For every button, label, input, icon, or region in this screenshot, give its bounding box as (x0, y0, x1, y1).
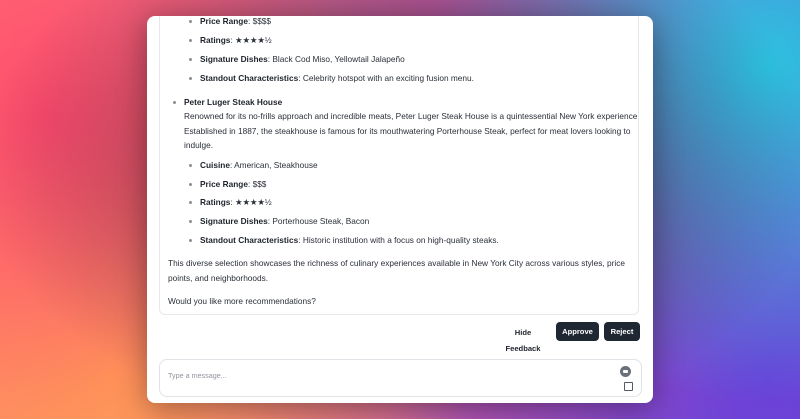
summary-line: This diverse selection showcases the ric… (168, 258, 625, 268)
restaurant-description-line: indulge. (184, 140, 214, 150)
second-signature-dishes: Signature Dishes: Porterhouse Steak, Bac… (200, 216, 370, 226)
feedback-actions: Hide Feedback Approve Reject (147, 322, 653, 353)
attachment-icon[interactable] (620, 366, 631, 377)
restaurant-name: Peter Luger Steak House (184, 97, 283, 107)
assistant-message-card: Price Range: $$$$ Ratings: ★★★★½ Signatu… (159, 16, 639, 315)
bullet-icon (189, 183, 192, 186)
message-composer (159, 359, 642, 397)
first-standout: Standout Characteristics: Celebrity hots… (200, 73, 474, 83)
option-checkbox[interactable] (624, 382, 633, 391)
second-ratings: Ratings: ★★★★½ (200, 197, 272, 207)
restaurant-description-line: Renowned for its no-frills approach and … (184, 111, 639, 121)
first-ratings: Ratings: ★★★★½ (200, 35, 272, 45)
bullet-icon (189, 220, 192, 223)
bullet-icon (189, 201, 192, 204)
reject-button[interactable]: Reject (604, 322, 640, 341)
hide-feedback-button[interactable]: Hide Feedback (497, 325, 549, 353)
chat-window: Price Range: $$$$ Ratings: ★★★★½ Signatu… (147, 16, 653, 403)
restaurant-description-line: Established in 1887, the steakhouse is f… (184, 125, 631, 136)
bullet-icon (189, 20, 192, 23)
first-price-range: Price Range: $$$$ (200, 16, 272, 26)
approve-button[interactable]: Approve (556, 322, 599, 341)
message-input[interactable] (168, 368, 598, 382)
bullet-icon (189, 239, 192, 242)
bullet-icon (189, 58, 192, 61)
second-standout: Standout Characteristics: Historic insti… (200, 235, 499, 245)
bullet-icon (189, 39, 192, 42)
bullet-icon (189, 164, 192, 167)
second-cuisine: Cuisine: American, Steakhouse (200, 160, 318, 170)
closing-question: Would you like more recommendations? (168, 296, 316, 306)
bullet-icon (189, 77, 192, 80)
bullet-icon (173, 101, 176, 104)
summary-line: points, and neighborhoods. (168, 272, 269, 283)
first-signature-dishes: Signature Dishes: Black Cod Miso, Yellow… (200, 54, 405, 64)
second-price-range: Price Range: $$$ (200, 179, 267, 189)
